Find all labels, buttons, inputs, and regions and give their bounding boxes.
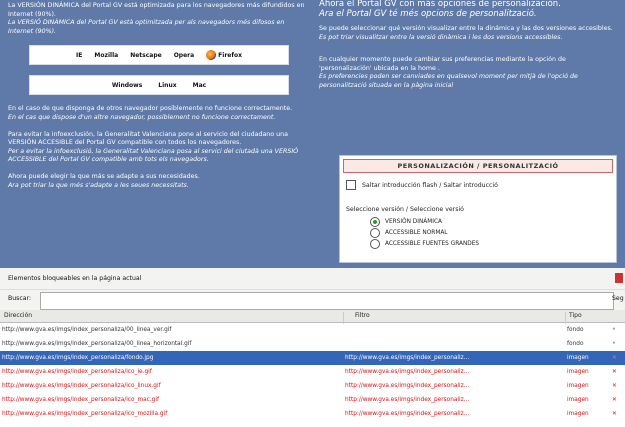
header-filter[interactable]: Filtro (355, 312, 370, 319)
row-type: fondo (567, 327, 584, 333)
personalization-heading-text-alt: Ara el Portal GV té més opcions de perso… (319, 8, 537, 19)
search-input[interactable] (40, 292, 614, 310)
browser-firefox-label: Firefox (218, 51, 242, 59)
firefox-icon (206, 50, 217, 61)
radio-accessible-large-label: ACCESSIBLE FUENTES GRANDES (385, 240, 480, 247)
row-type: imagen (567, 355, 589, 361)
browser-ie: IE (76, 51, 83, 59)
blocked-x-icon[interactable]: ✕ (612, 393, 622, 407)
browser-netscape: Netscape (130, 51, 162, 59)
other-browser-text-alt: En el cas que dispose d'un altre navegad… (8, 113, 276, 121)
radio-accessible-large[interactable] (370, 238, 380, 249)
row-type: imagen (567, 383, 589, 389)
radio-option-dynamic[interactable]: VERSIÓN DINÁMICA (370, 216, 479, 227)
other-browser-text: En el caso de que disponga de otros nave… (8, 105, 293, 113)
row-url: http://www.gva.es/imgs/index_personaliza… (2, 397, 159, 403)
supported-browsers-box: IE Mozilla Netscape Opera Firefox (29, 45, 289, 66)
row-filter: http://www.gva.es/imgs/index_personaliz.… (345, 383, 470, 389)
accessible-version-paragraph: Para evitar la infoexclusión, la General… (8, 131, 306, 165)
version-radio-group: VERSIÓN DINÁMICA ACCESSIBLE NORMAL ACCES… (370, 216, 479, 249)
preferences-paragraph: En cualquier momento puede cambiar sus p… (319, 56, 619, 90)
version-select-label: Seleccione versión / Seleccione versió (346, 206, 464, 213)
other-browser-paragraph: En el caso de que disponga de otros nave… (8, 105, 306, 122)
close-icon[interactable] (615, 273, 623, 283)
portal-banner: La VERSIÓN DINÁMICA del Portal GV está o… (0, 0, 625, 268)
supported-os-box: Windows Linux Mac (29, 75, 289, 96)
row-type: imagen (567, 369, 589, 375)
intro-text-alt: La VERSIÓ DINÀMICA del Portal GV està op… (8, 19, 285, 35)
personalization-box-title: PERSONALIZACIÓN / PERSONALITZACIÓ (343, 159, 613, 173)
panel-title: Elementos bloqueables en la página actua… (0, 268, 625, 290)
browser-info-column: La VERSIÓN DINÁMICA del Portal GV está o… (8, 2, 306, 198)
os-windows: Windows (111, 81, 143, 89)
table-row[interactable]: http://www.gva.es/imgs/index_personaliza… (0, 337, 625, 351)
skip-intro-label: Saltar introducción flash / Saltar intro… (362, 181, 498, 189)
search-label: Buscar: (8, 295, 32, 302)
row-filter: http://www.gva.es/imgs/index_personaliz.… (345, 397, 470, 403)
table-row-selected[interactable]: http://www.gva.es/imgs/index_personaliza… (0, 351, 625, 365)
header-url[interactable]: Dirección (4, 312, 32, 319)
blockable-items-list: http://www.gva.es/imgs/index_personaliza… (0, 323, 625, 421)
row-filter: http://www.gva.es/imgs/index_personaliz.… (345, 411, 470, 417)
row-url: http://www.gva.es/imgs/index_personaliza… (2, 383, 161, 389)
intro-paragraph: La VERSIÓN DINÁMICA del Portal GV está o… (8, 2, 306, 36)
row-url: http://www.gva.es/imgs/index_personaliza… (2, 411, 168, 417)
row-url: http://www.gva.es/imgs/index_personaliza… (2, 327, 172, 333)
os-mac: Mac (192, 81, 207, 89)
table-row[interactable]: http://www.gva.es/imgs/index_personaliza… (0, 379, 625, 393)
preferences-text-alt: Es preferencies poden ser canviades en q… (319, 73, 578, 89)
table-row[interactable]: http://www.gva.es/imgs/index_personaliza… (0, 365, 625, 379)
radio-dynamic[interactable] (370, 216, 380, 227)
personalization-column: Ahora el Portal GV con más opciones de p… (319, 0, 619, 263)
header-type[interactable]: Tipo (569, 312, 582, 319)
accessible-version-text: Para evitar la infoexclusión, la General… (8, 130, 288, 147)
personalization-heading-text: Ahora el Portal GV con más opciones de p… (319, 0, 561, 9)
choose-paragraph: Ahora puede elegir la que más se adapte … (8, 173, 306, 190)
row-status-marker: • (612, 327, 616, 333)
skip-intro-option[interactable]: Saltar introducción flash / Saltar intro… (346, 180, 498, 190)
version-select-paragraph: Se puede seleccionar qué versión visuali… (319, 25, 619, 42)
radio-option-accessible-large[interactable]: ACCESSIBLE FUENTES GRANDES (370, 238, 479, 249)
blockable-items-panel: Elementos bloqueables en la página actua… (0, 268, 625, 427)
intro-text: La VERSIÓN DINÁMICA del Portal GV está o… (8, 2, 305, 18)
accessible-version-text-alt: Per a evitar la infoexclusió, la General… (8, 147, 299, 164)
choose-text-alt: Ara pot triar la que més s'adapte a les … (8, 181, 189, 189)
version-select-text-alt: Es pot triar visualitzar entre la versió… (319, 33, 563, 41)
table-row[interactable]: http://www.gva.es/imgs/index_personaliza… (0, 393, 625, 407)
version-select-text: Se puede seleccionar qué versión visuali… (319, 25, 613, 32)
table-row[interactable]: http://www.gva.es/imgs/index_personaliza… (0, 407, 625, 421)
browser-firefox: Firefox (206, 50, 242, 61)
row-type: imagen (567, 411, 589, 417)
row-type: imagen (567, 397, 589, 403)
radio-accessible-normal[interactable] (370, 227, 380, 238)
personalization-heading: Ahora el Portal GV con más opciones de p… (319, 0, 619, 19)
row-filter: http://www.gva.es/imgs/index_personaliz.… (345, 369, 470, 375)
table-header: Dirección Filtro Tipo (0, 310, 625, 324)
blocked-x-icon[interactable]: ✕ (612, 351, 622, 365)
radio-dynamic-label: VERSIÓN DINÁMICA (385, 218, 442, 225)
browser-opera: Opera (173, 51, 195, 59)
browser-mozilla: Mozilla (94, 51, 119, 59)
search-row: Buscar: Seg (0, 290, 625, 310)
table-row[interactable]: http://www.gva.es/imgs/index_personaliza… (0, 323, 625, 337)
personalization-box: PERSONALIZACIÓN / PERSONALITZACIÓ Saltar… (339, 155, 617, 263)
choose-text: Ahora puede elegir la que más se adapte … (8, 172, 200, 180)
row-url: http://www.gva.es/imgs/index_personaliza… (2, 341, 192, 347)
row-type: fondo (567, 341, 584, 347)
preferences-text: En cualquier momento puede cambiar sus p… (319, 56, 566, 72)
row-status-marker: • (612, 341, 616, 347)
radio-option-accessible-normal[interactable]: ACCESSIBLE NORMAL (370, 227, 479, 238)
blocked-x-icon[interactable]: ✕ (612, 365, 622, 379)
search-next-button[interactable]: Seg (612, 295, 624, 302)
blocked-x-icon[interactable]: ✕ (612, 379, 622, 393)
os-linux: Linux (158, 81, 177, 89)
blocked-x-icon[interactable]: ✕ (612, 407, 622, 421)
row-url: http://www.gva.es/imgs/index_personaliza… (2, 369, 152, 375)
row-filter: http://www.gva.es/imgs/index_personaliz.… (345, 355, 470, 361)
skip-intro-checkbox[interactable] (346, 180, 356, 190)
row-url: http://www.gva.es/imgs/index_personaliza… (2, 355, 154, 361)
radio-accessible-normal-label: ACCESSIBLE NORMAL (385, 229, 448, 236)
